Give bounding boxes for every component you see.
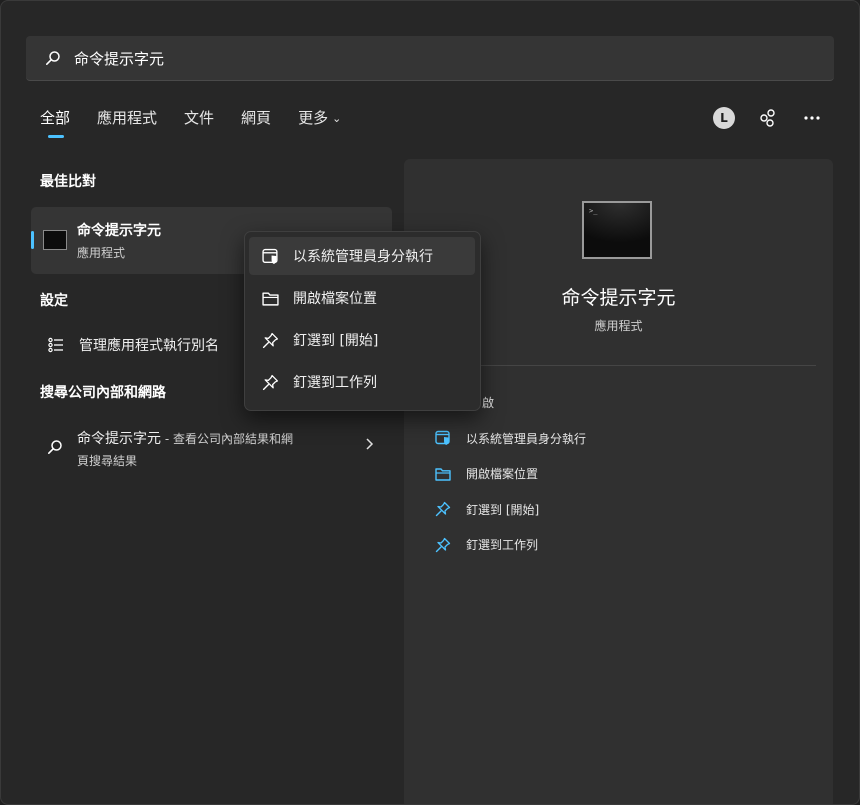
avatar[interactable]: L <box>713 107 735 129</box>
shield-window-icon <box>434 429 452 447</box>
action-pin-to-start[interactable]: 釘選到 [開始] <box>434 492 586 528</box>
section-settings: 設定 <box>40 293 68 309</box>
search-input[interactable] <box>72 48 776 68</box>
section-best-match: 最佳比對 <box>40 174 96 190</box>
folder-icon <box>261 289 279 307</box>
tab-documents[interactable]: 文件 <box>184 107 214 128</box>
best-match-title: 命令提示字元 <box>77 223 161 239</box>
context-menu: 以系統管理員身分執行 開啟檔案位置 釘選到 [開始] 釘選到工作列 <box>244 231 481 411</box>
menu-item-run-as-admin[interactable]: 以系統管理員身分執行 <box>249 237 475 275</box>
web-result-line1: 命令提示字元 - 查看公司內部結果和網 <box>77 428 293 448</box>
menu-item-label: 釘選到 [開始] <box>293 333 379 349</box>
search-box[interactable] <box>26 36 834 81</box>
menu-item-label: 開啟檔案位置 <box>293 291 377 307</box>
tab-apps[interactable]: 應用程式 <box>97 107 157 128</box>
tab-web[interactable]: 網頁 <box>241 107 271 128</box>
action-run-as-admin-label: 以系統管理員身分執行 <box>466 431 587 446</box>
best-match-subtitle: 應用程式 <box>77 246 126 260</box>
search-window: 全部 應用程式 文件 網頁 更多⌄ L 最佳比對 命令提示字元 應用程式 設定 … <box>0 0 860 805</box>
command-prompt-icon <box>43 230 67 250</box>
more-options-icon[interactable] <box>801 107 823 129</box>
web-result-line2: 頁搜尋結果 <box>77 454 138 468</box>
share-icon[interactable] <box>757 107 779 129</box>
section-web: 搜尋公司內部和網路 <box>40 385 166 401</box>
pin-icon <box>261 331 279 349</box>
folder-icon <box>434 465 452 483</box>
action-open-file-location-label: 開啟檔案位置 <box>466 467 539 482</box>
web-result-suffix: - 查看公司內部結果和網 <box>161 432 293 446</box>
filter-tabs: 全部 應用程式 文件 網頁 更多 ⌄ <box>40 107 368 138</box>
pin-icon <box>261 373 279 391</box>
action-run-as-admin[interactable]: 以系統管理員身分執行 <box>434 421 586 457</box>
selection-indicator <box>31 231 34 249</box>
menu-item-pin-to-start[interactable]: 釘選到 [開始] <box>249 321 475 359</box>
chevron-down-icon: ⌄ <box>332 112 342 125</box>
pin-icon <box>434 536 452 554</box>
web-search-result[interactable]: 命令提示字元 - 查看公司內部結果和網 頁搜尋結果 <box>31 421 392 477</box>
command-prompt-icon: >_ <box>582 201 652 259</box>
chevron-right-icon[interactable] <box>364 437 374 455</box>
action-pin-to-start-label: 釘選到 [開始] <box>466 502 540 517</box>
action-open-file-location[interactable]: 開啟檔案位置 <box>434 456 586 492</box>
menu-item-label: 釘選到工作列 <box>293 375 377 391</box>
header-actions: L <box>713 107 823 129</box>
list-settings-icon <box>47 336 65 354</box>
icon-prompt-glyph: >_ <box>589 207 598 215</box>
preview-divider <box>426 365 816 366</box>
preview-actions: 啟 以系統管理員身分執行 開啟檔案位置 釘選到 [開始] 釘選到工作列 <box>434 385 586 563</box>
web-result-title: 命令提示字元 <box>77 431 161 447</box>
search-icon <box>44 49 62 67</box>
tab-more-label: 更多 <box>298 109 329 127</box>
settings-result-label: 管理應用程式執行別名 <box>79 338 219 354</box>
search-icon <box>47 439 65 457</box>
menu-item-open-file-location[interactable]: 開啟檔案位置 <box>249 279 475 317</box>
action-open-label: 啟 <box>482 396 495 411</box>
action-pin-to-taskbar[interactable]: 釘選到工作列 <box>434 527 586 563</box>
tab-more[interactable]: 更多 ⌄ <box>298 107 341 128</box>
menu-item-label: 以系統管理員身分執行 <box>293 249 433 265</box>
shield-window-icon <box>261 247 279 265</box>
action-pin-to-taskbar-label: 釘選到工作列 <box>466 538 539 553</box>
pin-icon <box>434 500 452 518</box>
tab-all[interactable]: 全部 <box>40 107 70 138</box>
menu-item-pin-to-taskbar[interactable]: 釘選到工作列 <box>249 363 475 401</box>
